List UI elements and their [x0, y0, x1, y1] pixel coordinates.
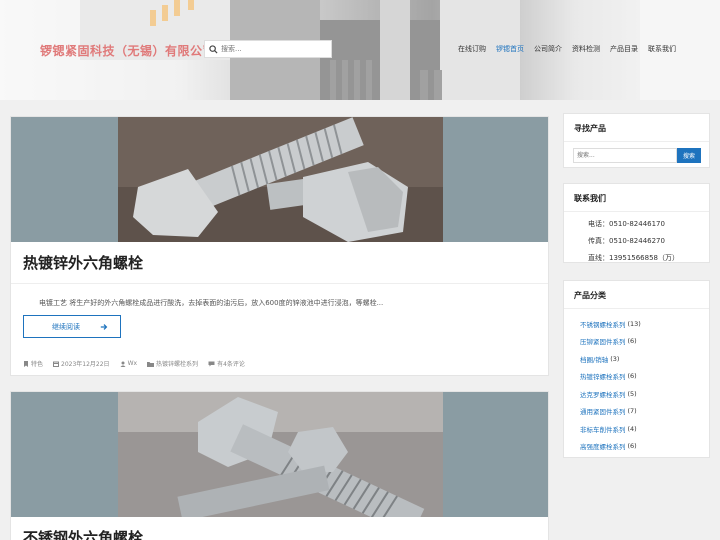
post-excerpt: 电镀工艺 将生产好的外六角螺栓成品进行酸洗，去掉表面的油污后，放入600度的锌液… — [39, 299, 384, 307]
nav-item-contact[interactable]: 联系我们 — [648, 44, 676, 54]
nav-item-catalog[interactable]: 产品目录 — [610, 44, 638, 54]
post-card: 不锈钢外六角螺栓 — [10, 391, 549, 540]
category-list: 不锈钢螺栓系列 (13) 压铆紧固件系列 (6) 档圈/销轴 (3) 热镀锌螺栓系列(… — [580, 315, 709, 455]
meta-category[interactable]: 热镀锌螺栓系列 — [147, 359, 198, 368]
nav-item-order[interactable]: 在线订购 — [458, 44, 486, 54]
category-link[interactable]: 非标车削件系列 — [580, 424, 626, 434]
contact-direct: 直线：13951566858（万） — [588, 254, 679, 262]
read-more-label: 继续阅读 — [52, 322, 80, 331]
user-icon — [120, 361, 126, 367]
list-item: 不锈钢螺栓系列 (13) — [580, 319, 641, 329]
contact-phone: 电话：0510-82446170 — [588, 220, 665, 228]
category-link[interactable]: 不锈钢螺栓系列 — [580, 319, 626, 329]
contact-fax: 传真：0510-82446270 — [588, 237, 665, 245]
site-title[interactable]: 锣锶紧固科技（无锡）有限公司 — [40, 42, 215, 59]
widget-title: 联系我们 — [574, 194, 606, 203]
nav-item-about[interactable]: 公司简介 — [534, 44, 562, 54]
list-item: 压铆紧固件系列 (6) — [580, 336, 637, 347]
list-item: 热镀锌螺栓系列 (6) — [580, 371, 637, 382]
header-search-input[interactable] — [221, 45, 325, 53]
category-link[interactable]: 达克罗螺栓系列 — [580, 389, 626, 399]
post-title[interactable]: 热镀锌外六角螺栓 — [23, 252, 548, 274]
meta-tag[interactable]: 特色 — [23, 359, 43, 368]
search-widget: 寻找产品 搜索 — [563, 113, 710, 168]
list-item: 达克罗螺栓系列 (5) — [580, 389, 637, 399]
post-title[interactable]: 不锈钢外六角螺栓 — [23, 527, 548, 540]
header-banner: 锣锶紧固科技（无锡）有限公司 在线订购 锣锶首页 公司简介 资料检测 产品目录 … — [0, 0, 720, 100]
bolt-photo — [118, 392, 443, 517]
meta-comments[interactable]: 有4条评论 — [208, 359, 245, 368]
post-thumbnail[interactable] — [11, 392, 548, 517]
list-item: 通用紧固件系列 (7) — [580, 406, 637, 417]
folder-icon — [147, 361, 155, 367]
nav-item-home[interactable]: 锣锶首页 — [496, 44, 524, 54]
list-item: 档圈/销轴 (3) — [580, 354, 620, 364]
contact-widget: 联系我们 电话：0510-82446170 传真：0510-82446270 直… — [563, 183, 710, 263]
widget-title: 产品分类 — [574, 291, 606, 300]
widget-title: 寻找产品 — [574, 124, 606, 133]
read-more-button[interactable]: 继续阅读 — [23, 315, 121, 338]
arrow-right-icon — [100, 323, 108, 330]
category-link[interactable]: 通用紧固件系列 — [580, 406, 626, 416]
sidebar-search-input[interactable] — [573, 148, 677, 163]
post-thumbnail[interactable] — [11, 117, 548, 242]
bookmark-icon — [24, 360, 28, 367]
calendar-icon — [53, 361, 60, 367]
category-link[interactable]: 热镀锌螺栓系列 — [580, 371, 626, 381]
category-link[interactable]: 档圈/销轴 — [580, 354, 608, 364]
category-link[interactable]: 压铆紧固件系列 — [580, 336, 626, 346]
post-card: 热镀锌外六角螺栓 电镀工艺 将生产好的外六角螺栓成品进行酸洗，去掉表面的油污后，… — [10, 116, 549, 376]
nav-item-testing[interactable]: 资料检测 — [572, 44, 600, 54]
meta-date[interactable]: 2023年12月22日 — [53, 359, 110, 368]
header-search[interactable] — [204, 40, 332, 58]
main-nav: 在线订购 锣锶首页 公司简介 资料检测 产品目录 联系我们 — [458, 44, 676, 54]
list-item: 非标车削件系列 (4) — [580, 424, 637, 434]
categories-widget: 产品分类 不锈钢螺栓系列 (13) 压铆紧固件系列 (6) 档圈/销轴 (3) 热镀锌… — [563, 280, 710, 458]
post-meta: 特色 2023年12月22日 Wx 热镀锌螺栓系列 有4条评论 — [23, 359, 245, 368]
meta-author[interactable]: Wx — [120, 359, 137, 368]
category-link[interactable]: 高强度螺栓系列 — [580, 441, 626, 451]
search-icon — [205, 41, 221, 57]
comment-icon — [208, 361, 215, 366]
bolt-photo — [118, 117, 443, 242]
list-item: 高强度螺栓系列 (6) — [580, 441, 637, 452]
sidebar-search-button[interactable]: 搜索 — [677, 148, 701, 163]
